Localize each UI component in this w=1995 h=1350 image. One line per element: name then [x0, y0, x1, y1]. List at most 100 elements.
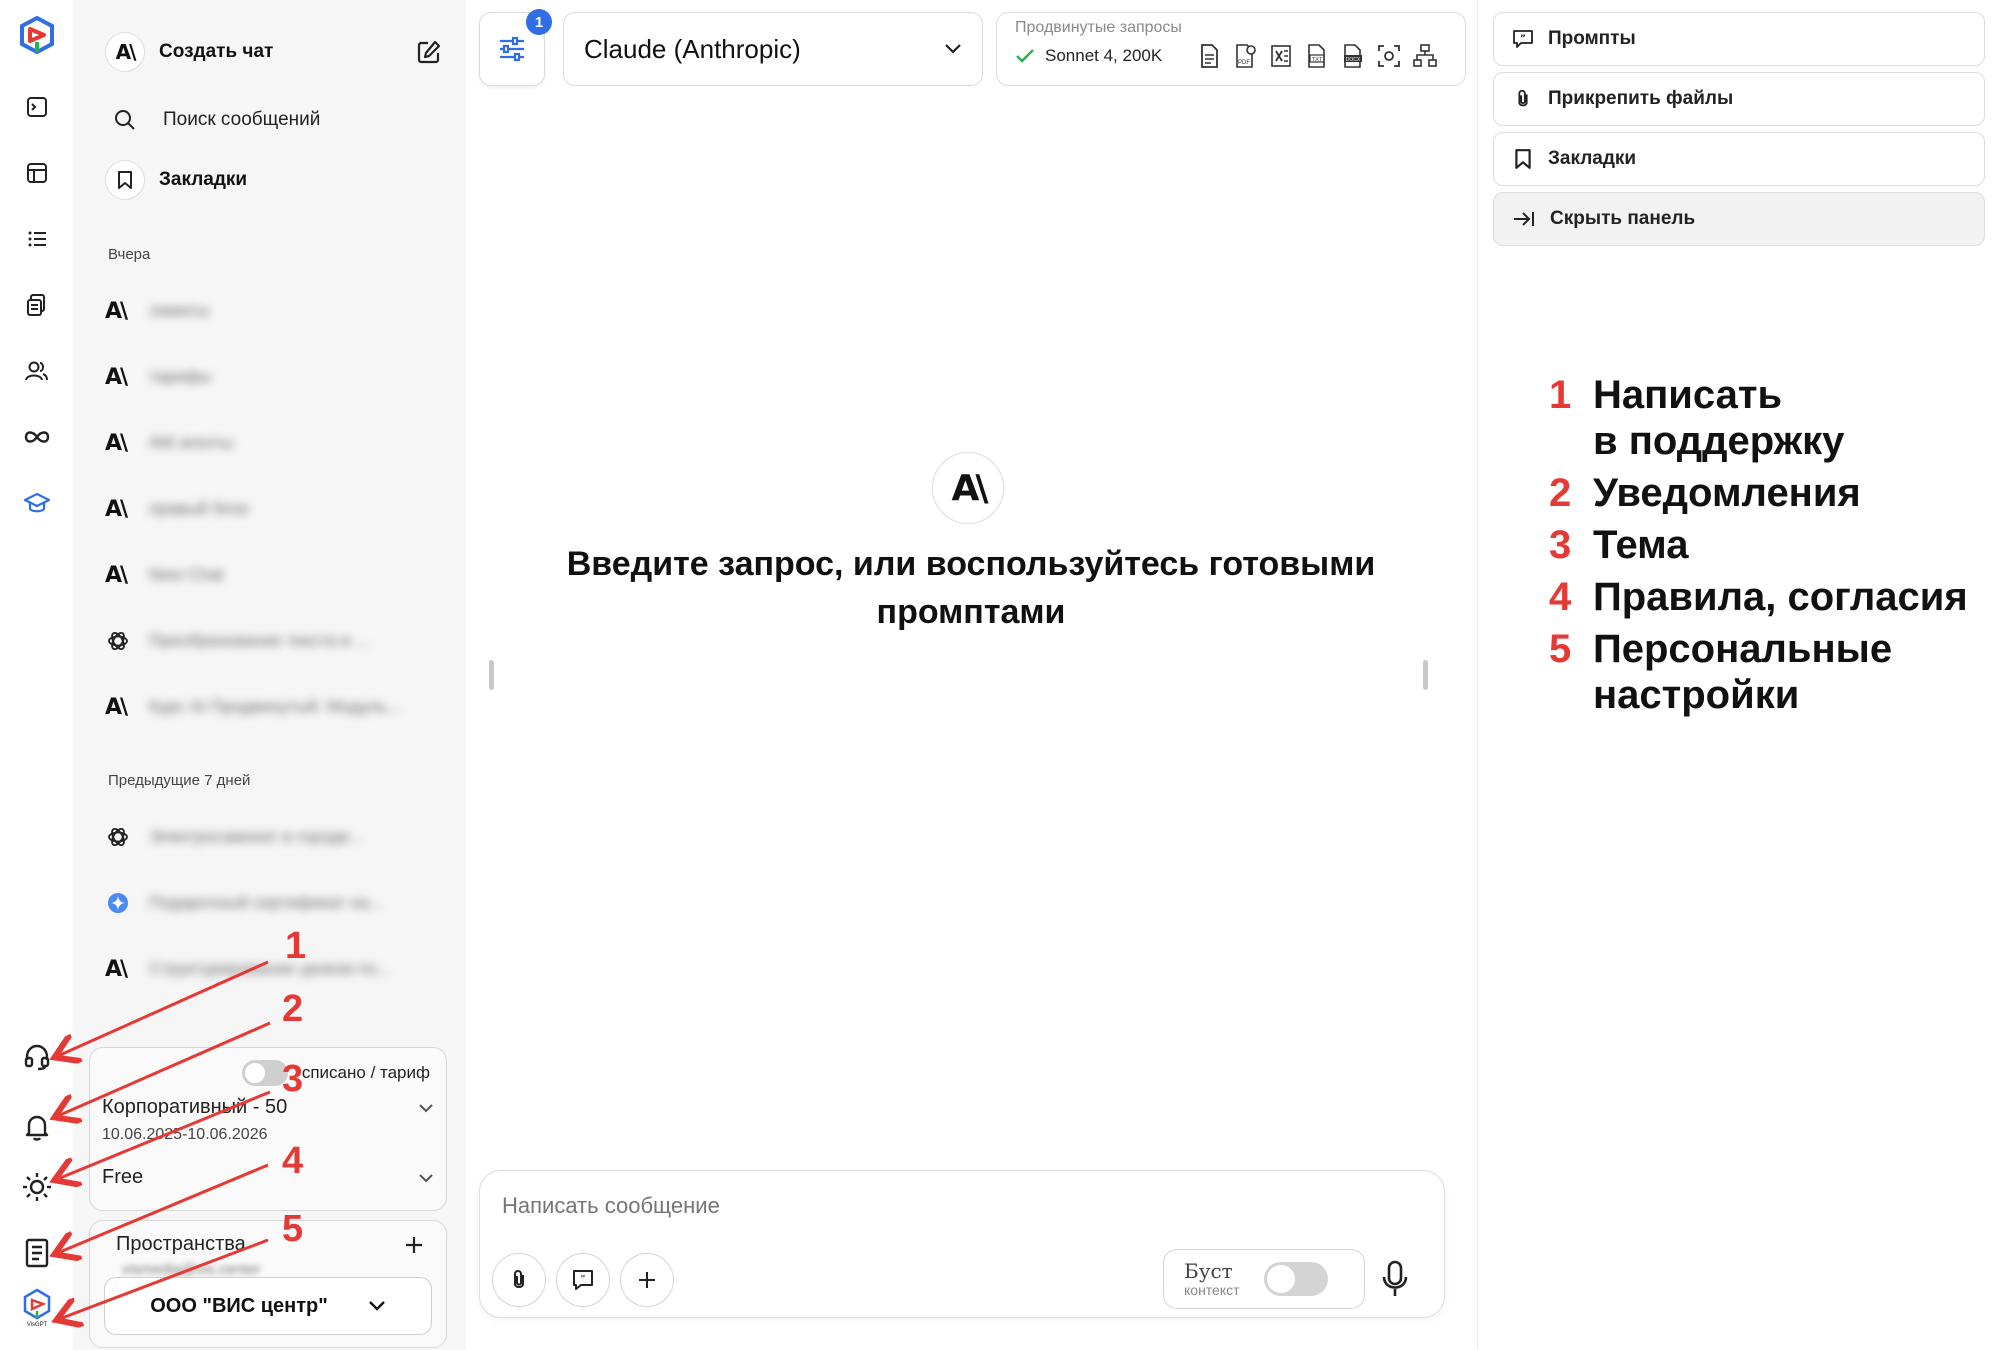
search-icon: [105, 109, 145, 131]
plus-icon: [637, 1270, 657, 1290]
graduation-cap-icon[interactable]: [16, 482, 58, 524]
docx-icon[interactable]: DOCX: [1340, 43, 1366, 69]
txt-file-icon[interactable]: TXT: [1304, 43, 1330, 69]
excel-icon[interactable]: [1268, 43, 1294, 69]
add-button[interactable]: [620, 1253, 674, 1307]
table-icon[interactable]: [16, 152, 58, 194]
svg-text:”: ”: [1520, 34, 1526, 44]
gemini-icon: [105, 891, 131, 915]
sun-icon[interactable]: [16, 1166, 58, 1208]
chat-title: Структурирование уроков по...: [149, 959, 391, 978]
tariff-card: списано / тариф Корпоративный - 50 10.06…: [89, 1047, 447, 1211]
prompts-button[interactable]: ”: [556, 1253, 610, 1307]
arrow-label-4: 4: [282, 1140, 304, 1182]
org-select[interactable]: ООО "ВИС центр": [104, 1277, 432, 1335]
edit-icon[interactable]: [416, 39, 442, 65]
attach-button[interactable]: [492, 1253, 546, 1307]
bookmarks-panel-button[interactable]: Закладки: [1493, 132, 1985, 186]
paperclip-icon: [1512, 88, 1534, 110]
advanced-label: Продвинутые запросы: [1015, 19, 1182, 36]
chat-list-item[interactable]: Электросамокат в городе...: [105, 815, 436, 859]
bell-icon[interactable]: [16, 1106, 58, 1148]
bookmarks-link[interactable]: Закладки: [105, 158, 442, 202]
tariff-select[interactable]: Корпоративный - 50: [102, 1096, 434, 1119]
left-resize-handle[interactable]: [489, 660, 494, 690]
hero-prompt-text: Введите запрос, или воспользуйтесь готов…: [566, 545, 1376, 631]
users-icon[interactable]: [16, 350, 58, 392]
chat-title: Подарочный сертификат на...: [149, 893, 384, 912]
legend-num: 3: [1549, 523, 1572, 567]
list-icon[interactable]: [16, 218, 58, 260]
search-messages[interactable]: Поиск сообщений: [105, 100, 442, 140]
plus-icon[interactable]: [404, 1235, 424, 1255]
sitemap-icon[interactable]: [1412, 43, 1438, 69]
microphone-icon[interactable]: [1380, 1259, 1410, 1299]
free-label: Free: [102, 1166, 144, 1188]
arrow-label-2: 2: [282, 988, 304, 1030]
anthropic-icon: A\: [105, 298, 128, 324]
legend-item: 3 Тема: [1549, 522, 1968, 568]
arrow-right-bar-icon: [1512, 209, 1536, 229]
app-logo-icon[interactable]: [16, 14, 58, 56]
chat-sidebar: A\ Создать чат Поиск сообщений Закладки …: [73, 0, 466, 1350]
chat-list-item[interactable]: A\ лимиты: [105, 289, 436, 333]
anthropic-icon: A\: [105, 496, 128, 522]
chat-list-item[interactable]: A\ правый блок: [105, 487, 436, 531]
legend-item: 4 Правила, согласия: [1549, 574, 1968, 620]
chevron-down-icon: [944, 43, 962, 55]
documents-icon[interactable]: [16, 284, 58, 326]
bookmark-icon: [105, 160, 145, 200]
infinity-icon[interactable]: [16, 416, 58, 458]
headset-icon[interactable]: [16, 1036, 58, 1078]
terminal-icon[interactable]: [16, 86, 58, 128]
quote-chat-icon: ”: [571, 1268, 595, 1292]
chat-list-item[interactable]: Преобразование текста в ...: [105, 619, 436, 663]
anthropic-icon: A\: [105, 956, 128, 982]
billing-toggle[interactable]: [241, 1060, 288, 1086]
paperclip-icon: [509, 1268, 529, 1292]
new-chat-row[interactable]: A\ Создать чат: [105, 30, 442, 74]
chevron-down-icon: [368, 1300, 386, 1312]
chat-list-item[interactable]: Подарочный сертификат на...: [105, 881, 436, 925]
chat-list-item[interactable]: A\ Структурирование уроков по...: [105, 947, 436, 991]
legend-num: 1: [1549, 373, 1572, 417]
boost-context: Буст контекст: [1163, 1249, 1365, 1309]
plan-select[interactable]: Free: [102, 1166, 434, 1189]
advanced-requests[interactable]: Продвинутые запросы Sonnet 4, 200K PDF T…: [996, 12, 1466, 86]
legend-text: Персональные настройки: [1593, 627, 1893, 717]
chat-title: тарифы: [149, 367, 212, 386]
prompts-panel-button[interactable]: ” Промпты: [1493, 12, 1985, 66]
rules-icon[interactable]: [16, 1232, 58, 1274]
message-input[interactable]: [502, 1193, 1202, 1219]
attach-files-button[interactable]: Прикрепить файлы: [1493, 72, 1985, 126]
document-icon[interactable]: [1196, 43, 1222, 69]
legend-num: 2: [1549, 471, 1572, 515]
prompts-label: Промпты: [1548, 28, 1636, 49]
spaces-card: Пространства vismedia@vis.center ООО "ВИ…: [89, 1220, 447, 1348]
chat-title: лимиты: [149, 301, 210, 320]
chat-title: правый блок: [149, 499, 249, 518]
chat-list-item[interactable]: A\ тарифы: [105, 355, 436, 399]
chat-list-item[interactable]: A\ New Chat: [105, 553, 436, 597]
hide-panel-button[interactable]: Скрыть панель: [1493, 192, 1985, 246]
svg-text:DOCX: DOCX: [1346, 57, 1361, 63]
chat-list-item[interactable]: A\ Курс AI Продвинутый: Модуль...: [105, 685, 436, 729]
spaces-email: vismedia@vis.center: [122, 1261, 261, 1278]
model-select[interactable]: Claude (Anthropic): [563, 12, 983, 86]
chat-list-item[interactable]: A\ AM агенты: [105, 421, 436, 465]
new-chat-label: Создать чат: [159, 41, 274, 62]
anthropic-icon: A\: [105, 32, 145, 72]
right-resize-handle[interactable]: [1423, 660, 1428, 690]
chat-title: Электросамокат в городе...: [149, 827, 364, 846]
legend-text: Тема: [1593, 523, 1689, 567]
billing-toggle-label: списано / тариф: [301, 1063, 430, 1082]
pdf-icon[interactable]: PDF: [1232, 43, 1258, 69]
tariff-dates: 10.06.2025-10.06.2026: [102, 1126, 268, 1143]
org-name: ООО "ВИС центр": [150, 1294, 328, 1317]
visgpt-logo-icon[interactable]: VisGPT: [16, 1286, 58, 1328]
legend-text: Написать в поддержку: [1593, 373, 1845, 463]
screenshot-icon[interactable]: [1376, 43, 1402, 69]
boost-toggle[interactable]: [1263, 1262, 1328, 1296]
anthropic-logo-icon: A\: [932, 452, 1004, 524]
chat-settings-button[interactable]: 1: [479, 9, 552, 86]
